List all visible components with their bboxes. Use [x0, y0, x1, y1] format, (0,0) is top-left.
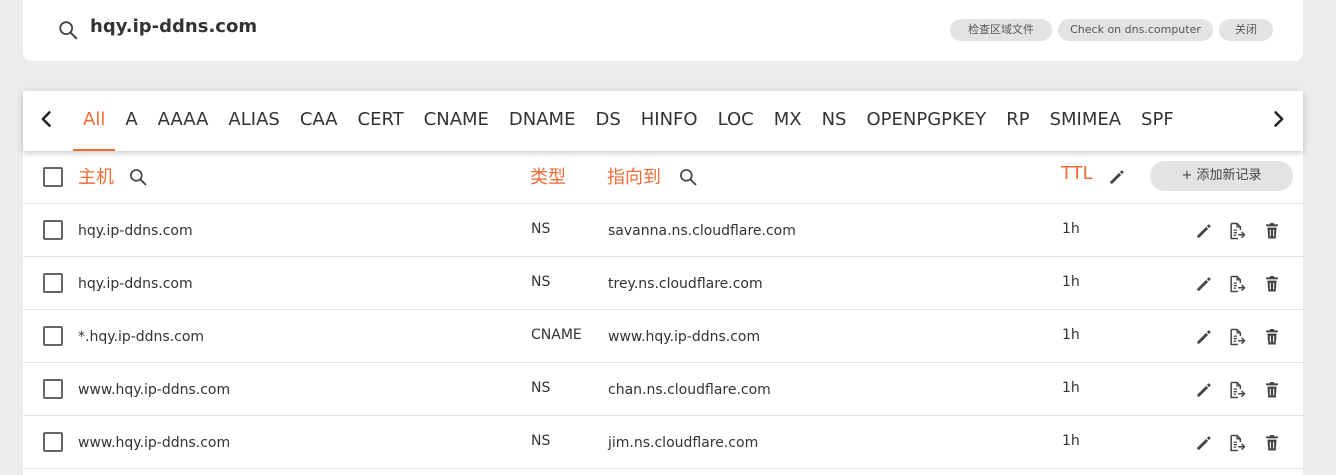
domain-search-bar: hqy.ip-ddns.com 检查区域文件 Check on dns.comp…	[23, 0, 1303, 61]
tab-aaaa[interactable]: AAAA	[148, 91, 219, 151]
table-row: www.hqy.ip-ddns.com NS jim.ns.cloudflare.c…	[23, 416, 1303, 469]
row-checkbox[interactable]	[43, 326, 63, 346]
tab-a[interactable]: A	[115, 91, 147, 151]
tab-hinfo[interactable]: HINFO	[631, 91, 708, 151]
edit-pencil-icon[interactable]	[1194, 327, 1214, 347]
tab-cname[interactable]: CNAME	[414, 91, 499, 151]
row-checkbox[interactable]	[43, 379, 63, 399]
delete-trash-icon[interactable]	[1262, 380, 1282, 400]
tab-all[interactable]: All	[73, 91, 116, 151]
tab-spf[interactable]: SPF	[1131, 91, 1184, 151]
edit-pencil-icon[interactable]	[1194, 274, 1214, 294]
duplicate-record-icon[interactable]	[1227, 274, 1247, 294]
type-cell: NS	[531, 433, 551, 449]
edit-pencil-icon[interactable]	[1194, 221, 1214, 241]
edit-ttl-pencil-icon[interactable]	[1107, 167, 1127, 187]
type-cell: NS	[531, 274, 551, 290]
type-cell: NS	[531, 221, 551, 237]
ttl-cell: 1h	[1062, 221, 1080, 237]
host-cell: www.hqy.ip-ddns.com	[78, 382, 231, 398]
ttl-column-header[interactable]: TTL	[1061, 163, 1093, 184]
check-zone-file-button[interactable]: 检查区域文件	[950, 19, 1052, 41]
row-checkbox[interactable]	[43, 432, 63, 452]
tab-cert[interactable]: CERT	[348, 91, 414, 151]
ttl-cell: 1h	[1062, 274, 1080, 290]
host-column-header[interactable]: 主机	[78, 163, 114, 189]
tab-dname[interactable]: DNAME	[499, 91, 586, 151]
chevron-left-icon[interactable]	[37, 109, 57, 129]
table-row: www.hqy.ip-ddns.com NS chan.ns.cloudflare.…	[23, 363, 1303, 416]
delete-trash-icon[interactable]	[1262, 221, 1282, 241]
row-checkbox[interactable]	[43, 220, 63, 240]
select-all-checkbox[interactable]	[43, 167, 63, 187]
type-column-header[interactable]: 类型	[530, 163, 566, 189]
table-header-row: 主机 类型 指向到 TTL + 添加新记录	[23, 151, 1303, 204]
table-row: *.hqy.ip-ddns.com CNAME www.hqy.ip-ddns.co…	[23, 310, 1303, 363]
points-to-cell: jim.ns.cloudflare.com	[608, 435, 759, 451]
ttl-cell: 1h	[1062, 433, 1080, 449]
delete-trash-icon[interactable]	[1262, 433, 1282, 453]
search-points-to-icon[interactable]	[678, 167, 698, 187]
record-type-tabbar: All A AAAA ALIAS CAA CERT CNAME DNAME DS HINFO LOC…	[23, 91, 1303, 151]
host-cell: *.hqy.ip-ddns.com	[78, 329, 205, 345]
tab-mx[interactable]: MX	[764, 91, 812, 151]
duplicate-record-icon[interactable]	[1227, 221, 1247, 241]
domain-title: hqy.ip-ddns.com	[90, 16, 258, 37]
tab-alias[interactable]: ALIAS	[218, 91, 289, 151]
tab-loc[interactable]: LOC	[708, 91, 764, 151]
points-to-cell: www.hqy.ip-ddns.com	[608, 329, 761, 345]
delete-trash-icon[interactable]	[1262, 274, 1282, 294]
points-to-column-header[interactable]: 指向到	[607, 163, 661, 189]
tab-rp[interactable]: RP	[996, 91, 1039, 151]
ttl-cell: 1h	[1062, 327, 1080, 343]
edit-pencil-icon[interactable]	[1194, 433, 1214, 453]
tab-ds[interactable]: DS	[585, 91, 630, 151]
duplicate-record-icon[interactable]	[1227, 433, 1247, 453]
delete-trash-icon[interactable]	[1262, 327, 1282, 347]
chevron-right-icon[interactable]	[1268, 109, 1288, 129]
points-to-cell: savanna.ns.cloudflare.com	[608, 223, 796, 239]
type-cell: CNAME	[531, 327, 582, 343]
table-row: hqy.ip-ddns.com NS savanna.ns.cloudflare.c…	[23, 204, 1303, 257]
add-record-button[interactable]: + 添加新记录	[1150, 161, 1293, 191]
edit-pencil-icon[interactable]	[1194, 380, 1214, 400]
check-on-dns-computer-button[interactable]: Check on dns.computer	[1058, 19, 1213, 41]
search-host-icon[interactable]	[128, 167, 148, 187]
tab-caa[interactable]: CAA	[290, 91, 348, 151]
host-cell: hqy.ip-ddns.com	[78, 276, 193, 292]
row-checkbox[interactable]	[43, 273, 63, 293]
ttl-cell: 1h	[1062, 380, 1080, 396]
type-cell: NS	[531, 380, 551, 396]
record-type-tabs: All A AAAA ALIAS CAA CERT CNAME DNAME DS HINFO LOC…	[73, 91, 1263, 151]
search-icon[interactable]	[57, 19, 79, 41]
duplicate-record-icon[interactable]	[1227, 327, 1247, 347]
tab-smimea[interactable]: SMIMEA	[1040, 91, 1131, 151]
host-cell: hqy.ip-ddns.com	[78, 223, 193, 239]
duplicate-record-icon[interactable]	[1227, 380, 1247, 400]
points-to-cell: trey.ns.cloudflare.com	[608, 276, 763, 292]
close-button[interactable]: 关闭	[1219, 19, 1273, 41]
points-to-cell: chan.ns.cloudflare.com	[608, 382, 771, 398]
host-cell: www.hqy.ip-ddns.com	[78, 435, 231, 451]
table-row: hqy.ip-ddns.com NS trey.ns.cloudflare.com 1…	[23, 257, 1303, 310]
tab-ns[interactable]: NS	[812, 91, 857, 151]
tab-openpgpkey[interactable]: OPENPGPKEY	[856, 91, 996, 151]
dns-records-table: 主机 类型 指向到 TTL + 添加新记录 hqy.ip-ddns.com NS s…	[23, 151, 1303, 475]
